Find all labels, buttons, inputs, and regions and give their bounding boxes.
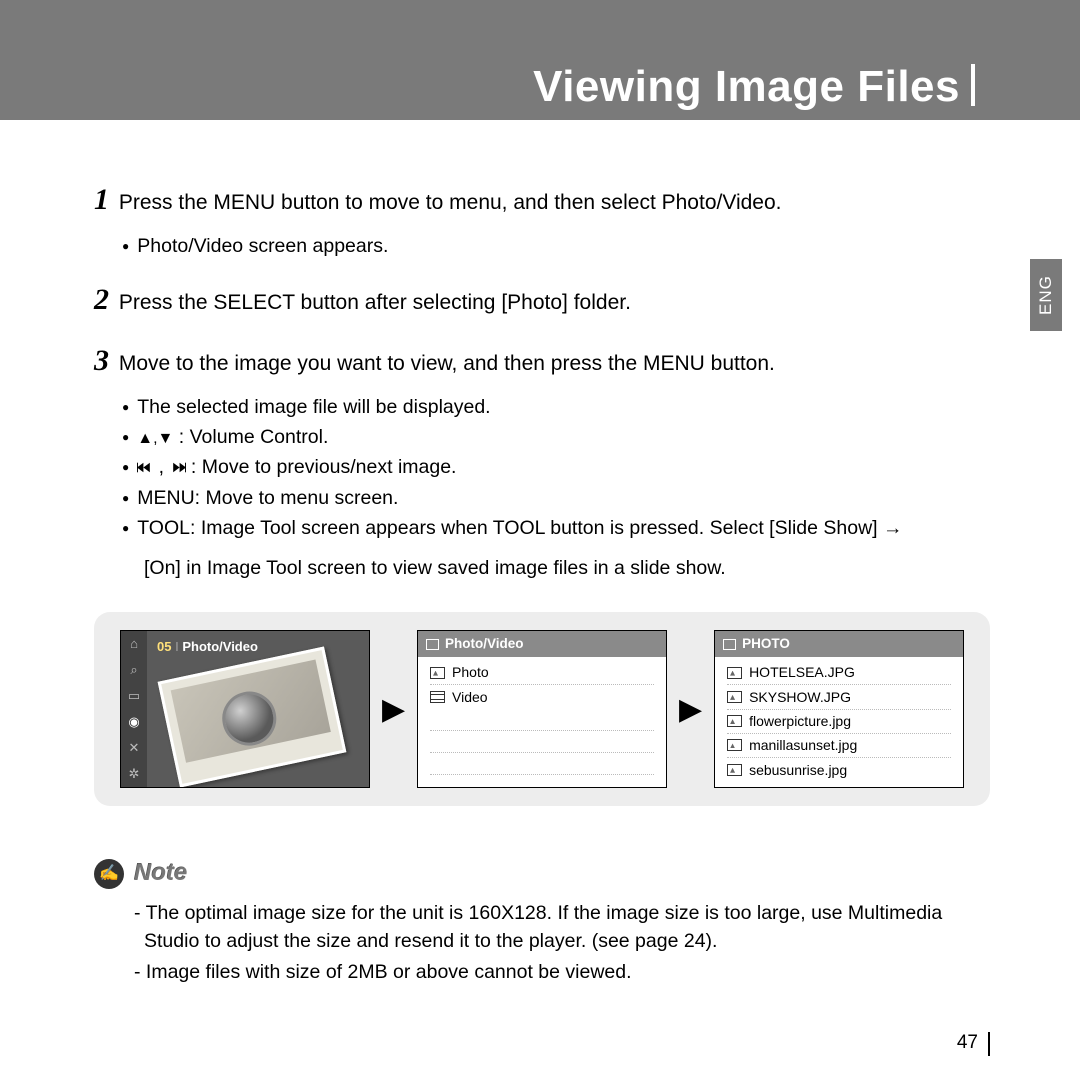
step-3: 3 Move to the image you want to view, an… bbox=[94, 339, 990, 383]
note-icon: ✍ bbox=[94, 859, 124, 889]
step-text: Press the MENU button to move to menu, a… bbox=[119, 191, 782, 214]
screen-label: 05 I Photo/Video bbox=[147, 631, 369, 657]
prev-next-icon: , bbox=[137, 456, 185, 478]
file-list: Photo Video bbox=[418, 657, 666, 709]
item-label: flowerpicture.jpg bbox=[749, 711, 851, 731]
blank-rows bbox=[418, 709, 666, 789]
bullet-continuation: [On] in Image Tool screen to view saved … bbox=[144, 554, 990, 582]
step-number: 1 bbox=[94, 183, 109, 216]
image-icon bbox=[727, 764, 742, 776]
screen-name: Photo/Video bbox=[182, 639, 258, 654]
item-label: Photo bbox=[452, 662, 489, 682]
image-icon bbox=[430, 667, 445, 679]
step-text: Press the SELECT button after selecting … bbox=[119, 291, 631, 314]
list-item: SKYSHOW.JPG bbox=[727, 685, 951, 709]
language-tab: ENG bbox=[1030, 259, 1062, 331]
page-title: Viewing Image Files bbox=[533, 62, 960, 112]
screen-body: 05 I Photo/Video bbox=[147, 631, 369, 787]
step-1-sub: Photo/Video screen appears. bbox=[122, 232, 990, 260]
screen-header: Photo/Video bbox=[418, 631, 666, 657]
title-rule bbox=[971, 64, 975, 106]
folder-icon: ▭ bbox=[128, 687, 140, 706]
arrow-right-icon: ▶ bbox=[382, 688, 405, 732]
step-text: Move to the image you want to view, and … bbox=[119, 352, 775, 375]
folder-icon bbox=[426, 639, 439, 650]
bullet-skip: , : Move to previous/next image. bbox=[122, 453, 990, 481]
page-number: 47 bbox=[957, 1032, 978, 1054]
item-label: Video bbox=[452, 687, 488, 707]
video-icon bbox=[430, 691, 445, 703]
content-area: 1 Press the MENU button to move to menu,… bbox=[0, 120, 1080, 986]
list-item: flowerpicture.jpg bbox=[727, 710, 951, 734]
screen-number: 05 bbox=[157, 639, 171, 654]
screen-photo-list: PHOTO HOTELSEA.JPG SKYSHOW.JPG flowerpic… bbox=[714, 630, 964, 788]
step-3-sub: The selected image file will be displaye… bbox=[122, 393, 990, 542]
step-2: 2 Press the SELECT button after selectin… bbox=[94, 278, 990, 322]
screen-photo-video: Photo/Video Photo Video bbox=[417, 630, 667, 788]
screen-menu: ⌂ ⌕ ▭ ◉ ✕ ✲ 05 I Photo/Video bbox=[120, 630, 370, 788]
radio-icon: ⌂ bbox=[130, 635, 138, 654]
screen-header: PHOTO bbox=[715, 631, 963, 657]
note-list: The optimal image size for the unit is 1… bbox=[144, 899, 990, 986]
bullet-text: TOOL: Image Tool screen appears when TOO… bbox=[122, 514, 990, 542]
arrow-right-icon: ▶ bbox=[679, 688, 702, 732]
header-label: PHOTO bbox=[742, 634, 790, 654]
sidebar-icons: ⌂ ⌕ ▭ ◉ ✕ ✲ bbox=[121, 631, 147, 787]
item-label: SKYSHOW.JPG bbox=[749, 687, 851, 707]
step-number: 3 bbox=[94, 344, 109, 377]
camera-icon: ◉ bbox=[128, 713, 139, 732]
bullet-volume: ▲,▼ : Volume Control. bbox=[122, 423, 990, 451]
bullet-text: MENU: Move to menu screen. bbox=[122, 484, 990, 512]
list-item: HOTELSEA.JPG bbox=[727, 661, 951, 685]
image-icon bbox=[727, 691, 742, 703]
header-label: Photo/Video bbox=[445, 634, 524, 654]
page-rule bbox=[988, 1032, 991, 1056]
image-icon bbox=[727, 739, 742, 751]
image-icon bbox=[727, 667, 742, 679]
file-list: HOTELSEA.JPG SKYSHOW.JPG flowerpicture.j… bbox=[715, 657, 963, 781]
folder-icon bbox=[723, 639, 736, 650]
note-section: ✍ Note The optimal image size for the un… bbox=[94, 856, 990, 986]
item-label: sebusunrise.jpg bbox=[749, 760, 847, 780]
note-label: Note bbox=[134, 856, 187, 891]
bullet-text: Photo/Video screen appears. bbox=[122, 232, 990, 260]
list-item: sebusunrise.jpg bbox=[727, 758, 951, 781]
game-icon: ✕ bbox=[129, 739, 140, 758]
item-label: HOTELSEA.JPG bbox=[749, 662, 855, 682]
step-number: 2 bbox=[94, 283, 109, 316]
bullet-text: The selected image file will be displaye… bbox=[122, 393, 990, 421]
search-icon: ⌕ bbox=[130, 661, 137, 680]
note-header: ✍ Note bbox=[94, 856, 990, 891]
list-item: Photo bbox=[430, 661, 654, 685]
settings-icon: ✲ bbox=[129, 765, 140, 784]
step-1: 1 Press the MENU button to move to menu,… bbox=[94, 178, 990, 222]
screens-panel: ⌂ ⌕ ▭ ◉ ✕ ✲ 05 I Photo/Video ▶ bbox=[94, 612, 990, 806]
up-down-icon: ▲,▼ bbox=[137, 430, 173, 447]
list-item: manillasunset.jpg bbox=[727, 734, 951, 758]
list-item: Video bbox=[430, 685, 654, 708]
photo-graphic bbox=[158, 647, 347, 788]
note-item: The optimal image size for the unit is 1… bbox=[144, 899, 990, 956]
header-bar: Viewing Image Files bbox=[0, 0, 1080, 120]
note-item: Image files with size of 2MB or above ca… bbox=[144, 958, 990, 986]
image-icon bbox=[727, 715, 742, 727]
item-label: manillasunset.jpg bbox=[749, 735, 857, 755]
